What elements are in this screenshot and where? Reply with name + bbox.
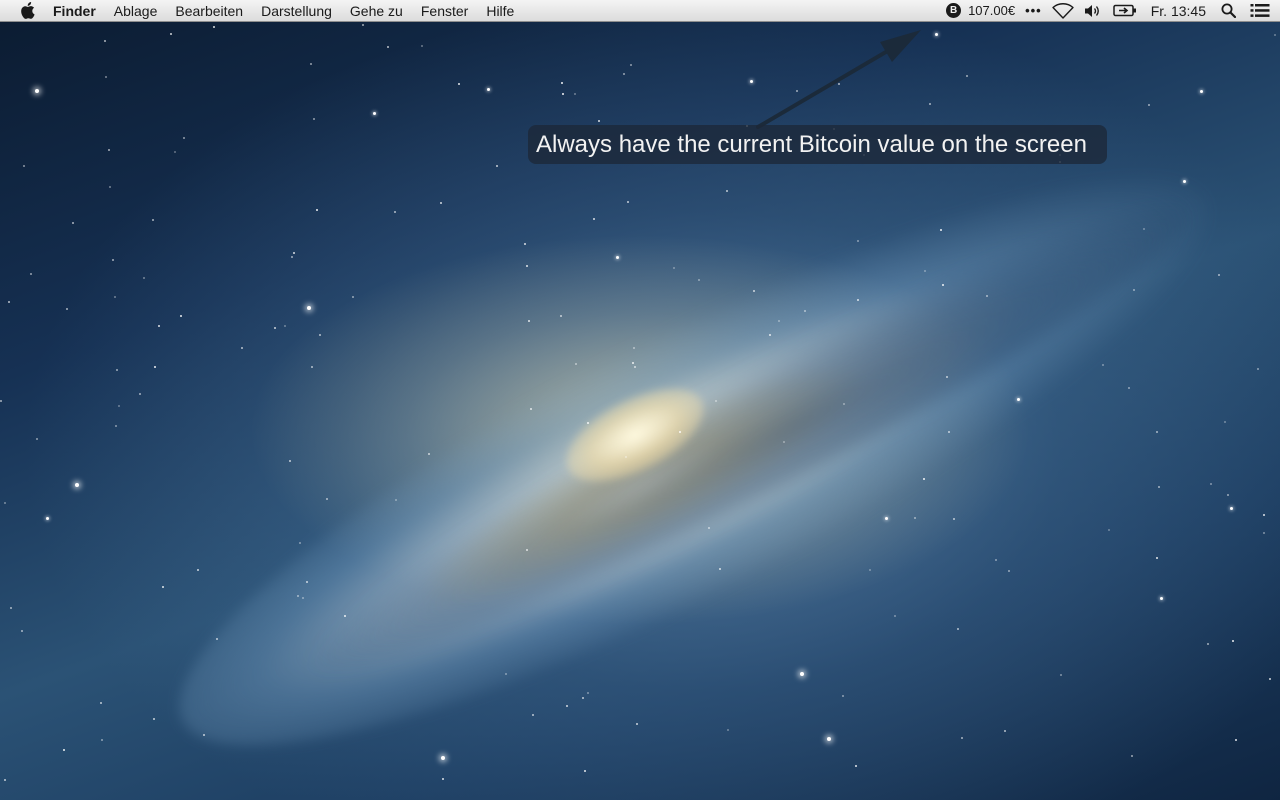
arrow-shaft bbox=[756, 44, 898, 129]
annotation-callout: Always have the current Bitcoin value on… bbox=[528, 125, 1107, 164]
arrow-head bbox=[880, 30, 921, 62]
annotation-arrow bbox=[756, 30, 921, 129]
